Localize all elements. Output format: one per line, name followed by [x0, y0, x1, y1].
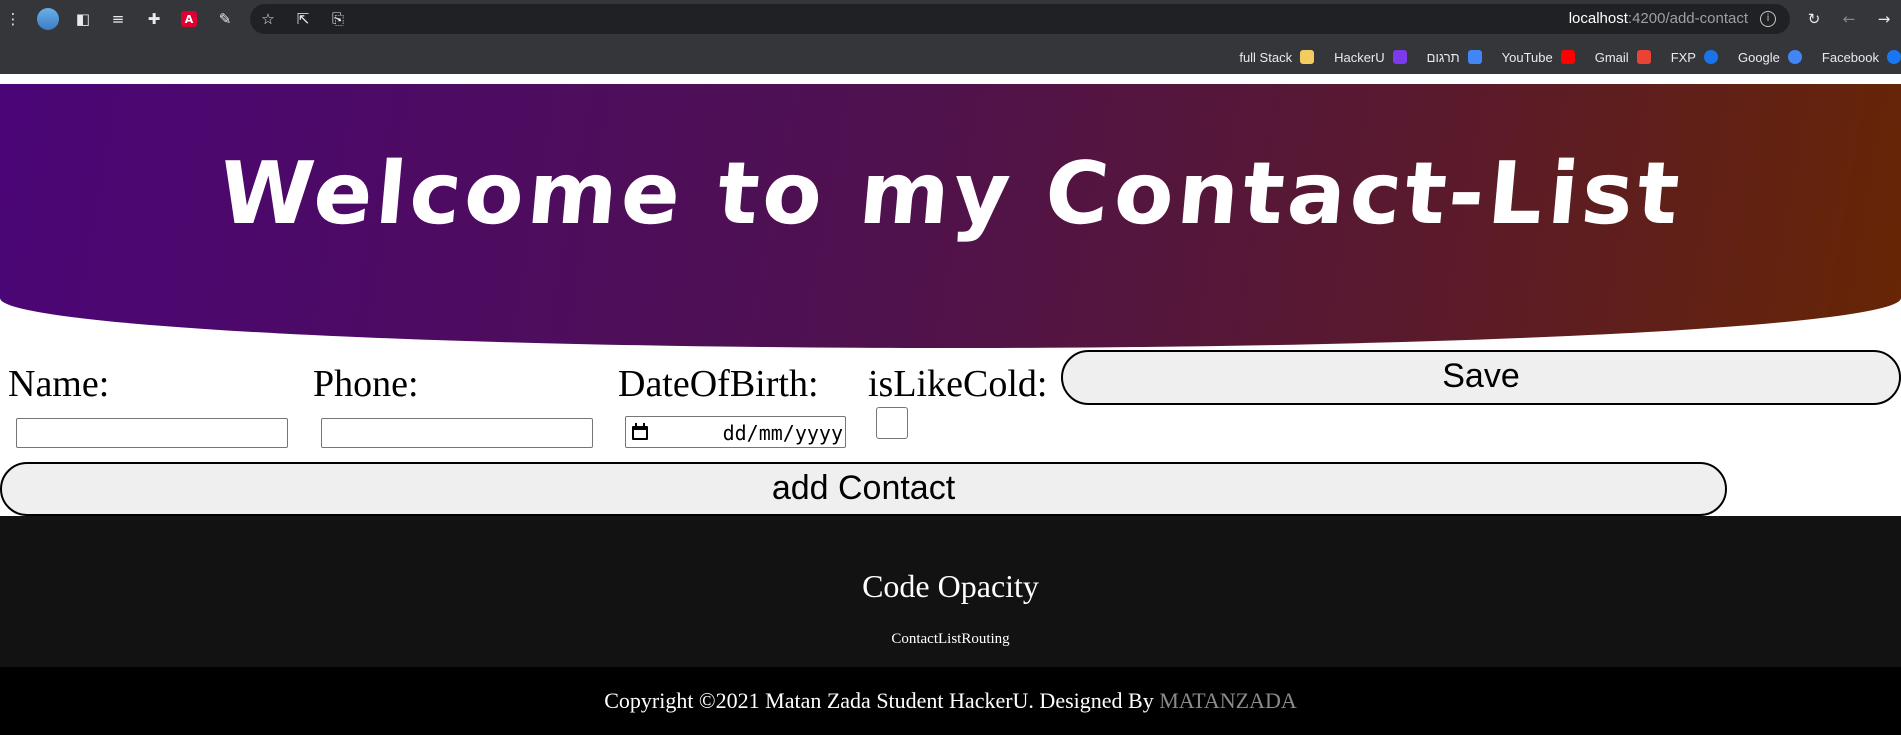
save-button[interactable]: Save — [1061, 350, 1901, 405]
date-placeholder: dd/mm/yyyy — [722, 421, 843, 445]
phone-label: Phone: — [313, 363, 419, 405]
reload-icon[interactable]: ↻ — [1803, 8, 1825, 30]
name-label: Name: — [8, 363, 110, 405]
side-panel-icon[interactable]: ◧ — [72, 8, 94, 30]
bookmark-item[interactable]: Gmail — [1595, 50, 1651, 65]
browser-toolbar: ⋮ ◧ ≡ ✚ A ✎ ☆ ⇱ ⎘ localhost:4200/add-con… — [0, 0, 1901, 40]
translate-page-icon[interactable]: ⎘ — [327, 8, 349, 30]
bookmark-label: Gmail — [1594, 49, 1629, 65]
back-icon: ← — [1842, 10, 1856, 28]
bookmark-item[interactable]: Facebook — [1822, 50, 1901, 65]
bookmark-label: full Stack — [1239, 49, 1293, 65]
share-icon[interactable]: ⇱ — [292, 8, 314, 30]
kebab-menu-icon[interactable]: ⋮ — [2, 8, 24, 30]
bookmark-star-icon[interactable]: ☆ — [257, 8, 279, 30]
google-icon — [1787, 50, 1802, 64]
url-host: localhost — [1568, 10, 1628, 27]
site-info-icon[interactable]: i — [1760, 11, 1776, 27]
page-top-strip — [0, 74, 1901, 84]
bookmark-label: FXP — [1670, 49, 1696, 65]
hackeru-icon — [1392, 50, 1407, 64]
eyedropper-extension-icon[interactable]: ✎ — [214, 8, 236, 30]
bookmark-item[interactable]: Google — [1738, 50, 1802, 65]
name-input[interactable] — [16, 418, 288, 448]
is-like-cold-label: isLikeCold: — [868, 363, 1048, 405]
date-of-birth-input[interactable]: dd/mm/yyyy — [625, 416, 846, 448]
bookmark-label: תרגום — [1426, 49, 1460, 65]
profile-avatar-icon[interactable] — [37, 8, 59, 30]
page-title: Welcome to my Contact-List — [214, 144, 1687, 244]
bookmark-label: Facebook — [1821, 49, 1879, 65]
copyright-label: Copyright ©2021 Matan Zada Student Hacke… — [604, 688, 1154, 713]
add-contact-button[interactable]: add Contact — [0, 462, 1727, 516]
designer-link[interactable]: MATANZADA — [1159, 688, 1297, 713]
forward-icon[interactable]: → — [1873, 8, 1895, 30]
date-of-birth-label: DateOfBirth: — [618, 363, 819, 405]
phone-input[interactable] — [321, 418, 593, 448]
bookmarks-list: full Stack HackerU תרגום YouTube Gmail FXP Goo… — [1239, 45, 1901, 69]
url-path: :4200/add-contact — [1627, 10, 1748, 27]
footer-subtitle: ContactListRouting — [891, 631, 1010, 647]
address-bar[interactable]: ☆ ⇱ ⎘ localhost:4200/add-contact i — [250, 4, 1790, 34]
bookmark-item[interactable]: full Stack — [1239, 49, 1315, 65]
folder-icon — [1300, 50, 1315, 64]
footer-bottom: Copyright ©2021 Matan Zada Student Hacke… — [0, 667, 1901, 735]
bookmarks-bar: full Stack HackerU תרגום YouTube Gmail FXP Goo… — [0, 40, 1901, 74]
hero-banner: Welcome to my Contact-List — [0, 84, 1901, 348]
translate-icon — [1467, 50, 1482, 64]
footer-top: Code Opacity ContactListRouting — [0, 516, 1901, 667]
facebook-icon — [1887, 50, 1901, 64]
bookmark-item[interactable]: YouTube — [1502, 50, 1575, 65]
bookmark-label: HackerU — [1334, 49, 1385, 65]
bookmark-label: Google — [1737, 49, 1780, 65]
fxp-icon — [1703, 50, 1718, 64]
bookmark-item[interactable]: HackerU — [1334, 50, 1407, 65]
footer-title: Code Opacity — [862, 568, 1039, 604]
reading-list-icon[interactable]: ≡ — [107, 8, 129, 30]
youtube-icon — [1560, 50, 1575, 64]
copyright-text: Copyright ©2021 Matan Zada Student Hacke… — [0, 688, 1901, 714]
is-like-cold-checkbox[interactable] — [876, 407, 908, 439]
bookmark-item[interactable]: תרגום — [1427, 50, 1482, 65]
bookmark-label: YouTube — [1501, 49, 1553, 65]
extensions-icon[interactable]: ✚ — [143, 8, 165, 30]
url-text[interactable]: localhost:4200/add-contact — [1569, 10, 1748, 27]
calendar-icon[interactable] — [632, 423, 648, 440]
angular-devtools-icon[interactable]: A — [178, 8, 200, 30]
bookmark-item[interactable]: FXP — [1671, 50, 1718, 65]
gmail-icon — [1636, 50, 1651, 64]
